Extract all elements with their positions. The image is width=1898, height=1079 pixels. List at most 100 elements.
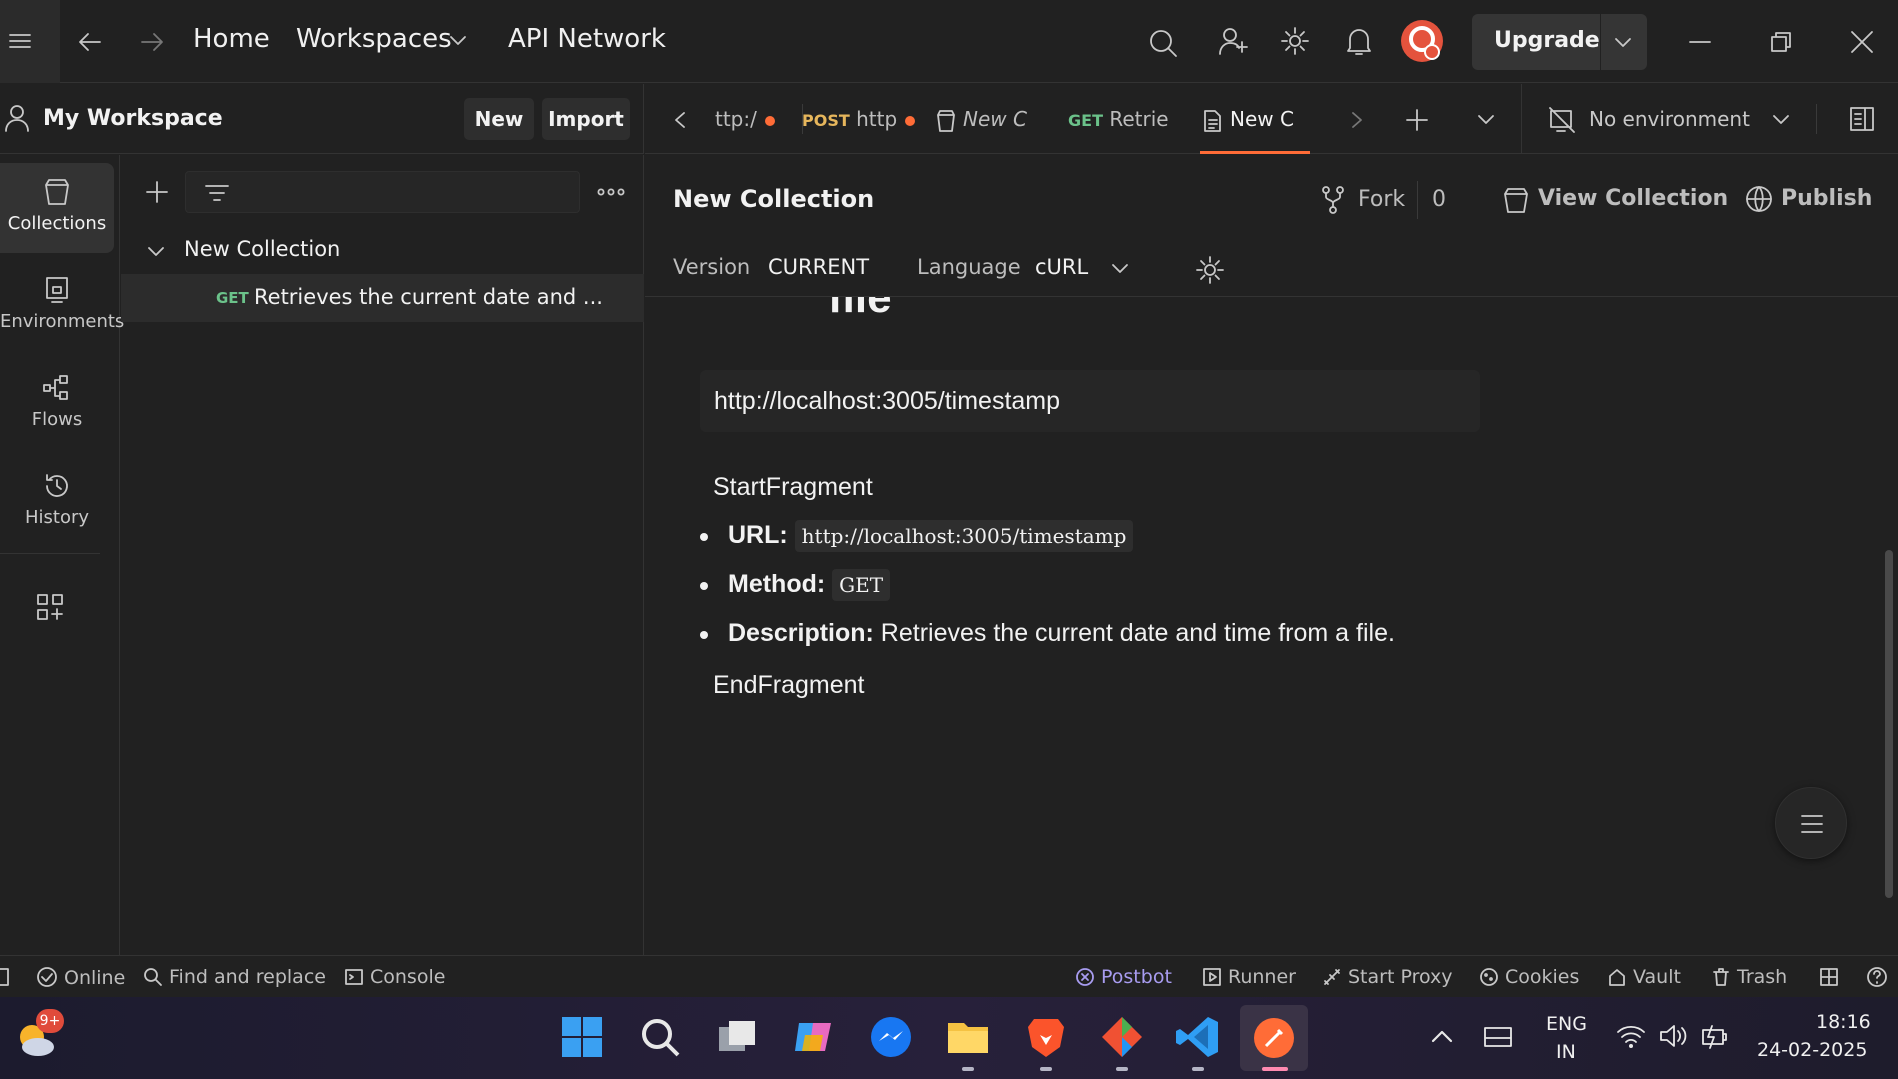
tab-request-2[interactable]: POST http	[802, 84, 917, 154]
invite-user-icon[interactable]	[1218, 26, 1248, 56]
version-selector[interactable]: CURRENT	[768, 255, 869, 279]
add-apps-icon[interactable]	[36, 593, 64, 621]
flows-icon	[43, 375, 68, 400]
tab-label: http	[856, 107, 898, 131]
battery-icon[interactable]	[1700, 1023, 1730, 1049]
avatar[interactable]	[1400, 19, 1444, 63]
start-icon[interactable]	[558, 1013, 606, 1061]
postbot-icon	[1076, 968, 1094, 986]
language-indicator-bottom[interactable]: IN	[1556, 1041, 1576, 1063]
find-replace-button[interactable]: Find and replace	[143, 966, 326, 988]
chevron-left-icon[interactable]	[672, 111, 688, 129]
minimize-icon[interactable]	[1688, 30, 1712, 54]
clock-date[interactable]: 24-02-2025	[1757, 1039, 1867, 1061]
scrollbar-thumb[interactable]	[1885, 550, 1893, 898]
trash-button[interactable]: Trash	[1711, 966, 1787, 988]
weather-widget[interactable]: 9+	[14, 1009, 64, 1059]
language-selector[interactable]: cURL	[1035, 255, 1088, 279]
tab-request-3[interactable]: GET Retrie	[1068, 84, 1183, 154]
chevron-down-icon[interactable]	[1111, 262, 1129, 276]
close-icon[interactable]	[1849, 29, 1875, 55]
vault-button[interactable]: Vault	[1607, 966, 1681, 988]
wifi-icon[interactable]	[1616, 1023, 1646, 1049]
list-icon	[1801, 815, 1823, 833]
layout-icon[interactable]	[1819, 967, 1839, 987]
tablet-mode-icon[interactable]	[1483, 1024, 1513, 1050]
online-status[interactable]: Online	[36, 966, 125, 989]
tab-request-1[interactable]: ttp:/	[715, 84, 810, 154]
runner-button[interactable]: Runner	[1202, 966, 1296, 988]
vscode-icon[interactable]	[1174, 1013, 1222, 1061]
restore-icon[interactable]	[1769, 30, 1793, 54]
doc-heading: file	[828, 297, 892, 322]
tab-collection-1[interactable]: New C	[935, 84, 1045, 154]
file-explorer-icon[interactable]	[944, 1013, 992, 1061]
search-icon[interactable]	[1148, 28, 1178, 58]
chevron-down-icon[interactable]	[147, 245, 165, 259]
search-icon	[144, 968, 162, 986]
messenger-icon[interactable]	[867, 1013, 915, 1061]
copilot-icon[interactable]	[789, 1013, 837, 1061]
bell-icon[interactable]	[1345, 26, 1373, 56]
git-icon[interactable]	[1098, 1013, 1146, 1061]
gear-icon[interactable]	[1195, 255, 1225, 285]
workspace-header: My Workspace New Import	[0, 84, 644, 154]
plus-icon[interactable]	[1405, 108, 1429, 132]
chevron-right-icon[interactable]	[1349, 111, 1365, 129]
menu-button[interactable]	[0, 0, 60, 83]
sidebar-item-collections[interactable]: Collections	[0, 163, 114, 253]
back-arrow-icon[interactable]	[76, 28, 104, 56]
chevron-down-icon[interactable]	[1477, 113, 1495, 127]
task-view-icon[interactable]	[713, 1013, 761, 1061]
brave-icon[interactable]	[1022, 1013, 1070, 1061]
postman-taskbar-button[interactable]	[1240, 1005, 1308, 1071]
nav-workspaces[interactable]: Workspaces	[296, 24, 452, 54]
publish-button[interactable]: Publish	[1781, 186, 1872, 211]
sidebar-item-flows[interactable]: Flows	[0, 359, 114, 449]
search-icon[interactable]	[636, 1013, 684, 1061]
table-of-contents-button[interactable]	[1775, 787, 1847, 859]
toggle-sidebar-icon[interactable]	[0, 967, 12, 987]
help-icon[interactable]	[1866, 966, 1888, 988]
collection-overview: New Collection Fork 0 View Collection Pu…	[645, 155, 1898, 955]
workspace-name[interactable]: My Workspace	[43, 106, 223, 131]
language-indicator-top[interactable]: ENG	[1546, 1013, 1587, 1035]
collection-name[interactable]: New Collection	[184, 237, 340, 261]
fork-icon[interactable]	[1320, 185, 1346, 215]
doc-url-block: http://localhost:3005/timestamp	[700, 370, 1480, 432]
plus-icon[interactable]	[145, 180, 169, 204]
console-button[interactable]: Console	[344, 966, 445, 988]
request-row[interactable]: GET Retrieves the current date and ...	[121, 274, 644, 322]
chevron-down-icon[interactable]	[1614, 36, 1632, 50]
view-collection-button[interactable]: View Collection	[1538, 186, 1728, 211]
volume-icon[interactable]	[1658, 1023, 1688, 1049]
postbot-button[interactable]: Postbot	[1075, 966, 1172, 988]
filter-input[interactable]	[185, 171, 580, 213]
right-sidebar-icon[interactable]	[1848, 105, 1876, 133]
forward-arrow-icon[interactable]	[138, 28, 166, 56]
nav-home[interactable]: Home	[193, 24, 270, 54]
gear-icon[interactable]	[1280, 26, 1310, 56]
method-code: GET	[832, 569, 891, 601]
url-code: http://localhost:3005/timestamp	[794, 520, 1134, 552]
fork-button[interactable]: Fork	[1358, 187, 1405, 212]
new-button[interactable]: New	[464, 98, 534, 140]
sidebar-item-label: Flows	[31, 409, 83, 430]
vault-icon	[1609, 969, 1625, 986]
import-button[interactable]: Import	[542, 98, 630, 140]
nav-api-network[interactable]: API Network	[508, 24, 666, 54]
sidebar-rail: Collections Environments Flows History	[0, 155, 124, 955]
sidebar-item-history[interactable]: History	[0, 457, 114, 547]
more-options-icon[interactable]	[597, 187, 625, 197]
tab-method: POST	[802, 111, 850, 130]
start-proxy-button[interactable]: Start Proxy	[1322, 966, 1453, 988]
chevron-down-icon[interactable]	[449, 34, 467, 48]
clock-time[interactable]: 18:16	[1816, 1011, 1871, 1033]
sidebar-item-environments[interactable]: Environments	[0, 261, 124, 351]
environment-selector[interactable]: No environment	[1589, 107, 1750, 131]
upgrade-button[interactable]: Upgrade	[1472, 14, 1647, 70]
chevron-down-icon[interactable]	[1772, 113, 1790, 127]
cookies-button[interactable]: Cookies	[1479, 966, 1579, 988]
chevron-up-icon[interactable]	[1430, 1027, 1454, 1045]
tab-collection-active[interactable]: New C	[1200, 84, 1310, 154]
